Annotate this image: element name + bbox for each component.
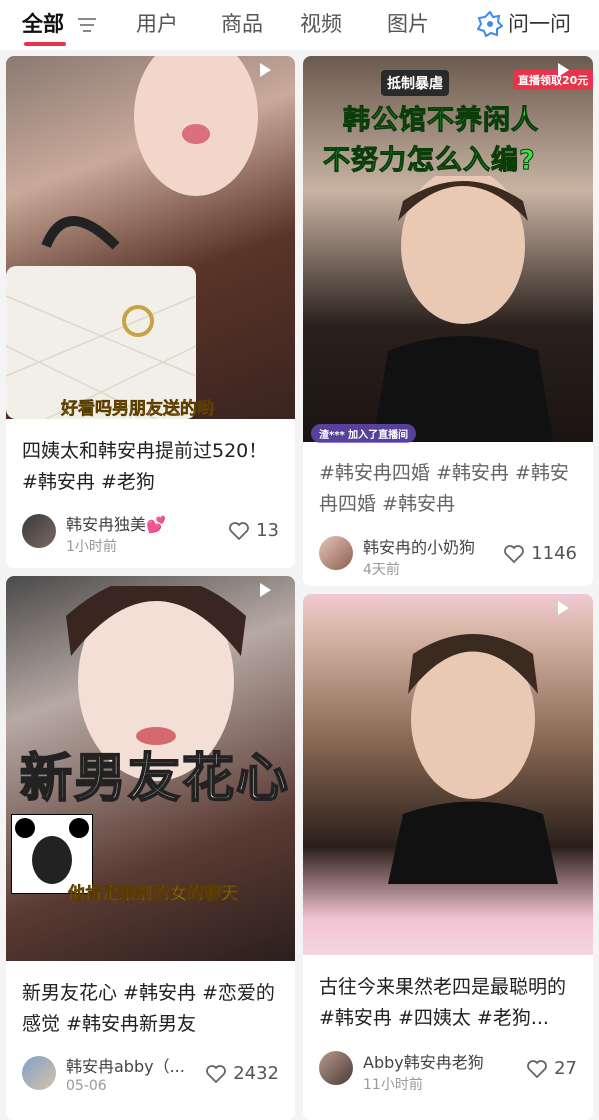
avatar[interactable] [22, 1056, 56, 1090]
video-cover[interactable]: 好看吗男朋友送的哟 [6, 56, 295, 419]
search-tab-bar: 全部 用户 商品 视频 图片 问一问 [0, 0, 599, 50]
cover-headline-2: 不努力怎么入编? [323, 145, 536, 177]
filter-icon[interactable] [77, 16, 97, 34]
avatar[interactable] [22, 514, 56, 548]
heart-icon [229, 521, 249, 540]
tab-users[interactable]: 用户 [136, 9, 178, 39]
post-time: 1小时前 [66, 539, 117, 555]
avatar[interactable] [319, 536, 353, 570]
heart-icon [504, 544, 525, 563]
cover-headline-1: 韩公馆不养闲人 [343, 105, 539, 137]
post-time: 4天前 [363, 562, 400, 578]
tab-all[interactable]: 全部 [22, 9, 64, 39]
cover-sticker: 抵制暴虐 [381, 70, 449, 96]
like-count: 1146 [531, 543, 577, 564]
active-tab-indicator [24, 42, 66, 46]
like-button[interactable]: 13 [228, 520, 279, 541]
cover-caption: 好看吗男朋友送的哟 [61, 399, 215, 420]
video-card[interactable]: 抵制暴虐 直播领取20元 韩公馆不养闲人 不努力怎么入编? 渣*** 加入了直播… [303, 56, 593, 586]
post-time: 11小时前 [363, 1077, 423, 1093]
tab-images[interactable]: 图片 [387, 9, 429, 39]
video-title[interactable]: 四姨太和韩安冉提前过520！ #韩安冉 #老狗 [22, 436, 283, 498]
play-icon [260, 63, 271, 77]
person-illustration [373, 176, 553, 442]
cover-caption: 他肯定跟别的女的聊天 [68, 884, 239, 905]
ask-icon[interactable] [477, 11, 503, 37]
video-card[interactable]: 新男友花心 他肯定跟别的女的聊天 新男友花心 #韩安冉 #恋爱的感觉 #韩安冉新… [6, 576, 295, 1120]
heart-icon [527, 1059, 547, 1078]
video-cover[interactable]: 抵制暴虐 直播领取20元 韩公馆不养闲人 不努力怎么入编? 渣*** 加入了直播… [303, 56, 593, 443]
live-comment: 渣*** 加入了直播间 [311, 424, 417, 443]
author-name[interactable]: 韩安冉独美💕 [66, 511, 166, 535]
author-name[interactable]: 韩安冉abby（... [66, 1053, 185, 1077]
play-icon [558, 63, 569, 77]
video-title[interactable]: 新男友花心 #韩安冉 #恋爱的感觉 #韩安冉新男友 [22, 978, 283, 1040]
author-name[interactable]: 韩安冉的小奶狗 [363, 534, 475, 558]
avatar[interactable] [319, 1051, 353, 1085]
video-title[interactable]: #韩安冉四婚 #韩安冉 #韩安冉四婚 #韩安冉 [319, 458, 581, 520]
like-count: 27 [554, 1058, 577, 1079]
video-card[interactable]: 古往今来果然老四是最聪明的#韩安冉 #四姨太 #老狗... Abby韩安冉老狗 … [303, 594, 593, 1120]
cover-badge: 直播领取20元 [513, 70, 593, 90]
like-count: 13 [256, 520, 279, 541]
face-illustration [134, 56, 258, 196]
like-button[interactable]: 2432 [205, 1063, 279, 1084]
like-count: 2432 [233, 1063, 279, 1084]
like-button[interactable]: 27 [526, 1058, 577, 1079]
cover-headline: 新男友花心 [19, 748, 291, 810]
play-icon [260, 583, 271, 597]
play-icon [558, 601, 569, 615]
tab-videos[interactable]: 视频 [300, 9, 342, 39]
results-feed: 好看吗男朋友送的哟 四姨太和韩安冉提前过520！ #韩安冉 #老狗 韩安冉独美💕… [0, 50, 599, 1120]
video-cover[interactable]: 新男友花心 他肯定跟别的女的聊天 [6, 576, 295, 961]
author-name[interactable]: Abby韩安冉老狗 [363, 1049, 484, 1073]
post-time: 05-06 [66, 1078, 107, 1094]
video-title[interactable]: 古往今来果然老四是最聪明的#韩安冉 #四姨太 #老狗... [319, 972, 581, 1034]
like-button[interactable]: 1146 [503, 543, 577, 564]
person-illustration [388, 634, 558, 884]
video-card[interactable]: 好看吗男朋友送的哟 四姨太和韩安冉提前过520！ #韩安冉 #老狗 韩安冉独美💕… [6, 56, 295, 568]
tab-ask[interactable]: 问一问 [508, 9, 571, 39]
heart-icon [206, 1064, 227, 1083]
handbag-illustration [6, 216, 197, 419]
video-cover[interactable] [303, 594, 593, 955]
tab-products[interactable]: 商品 [221, 9, 263, 39]
